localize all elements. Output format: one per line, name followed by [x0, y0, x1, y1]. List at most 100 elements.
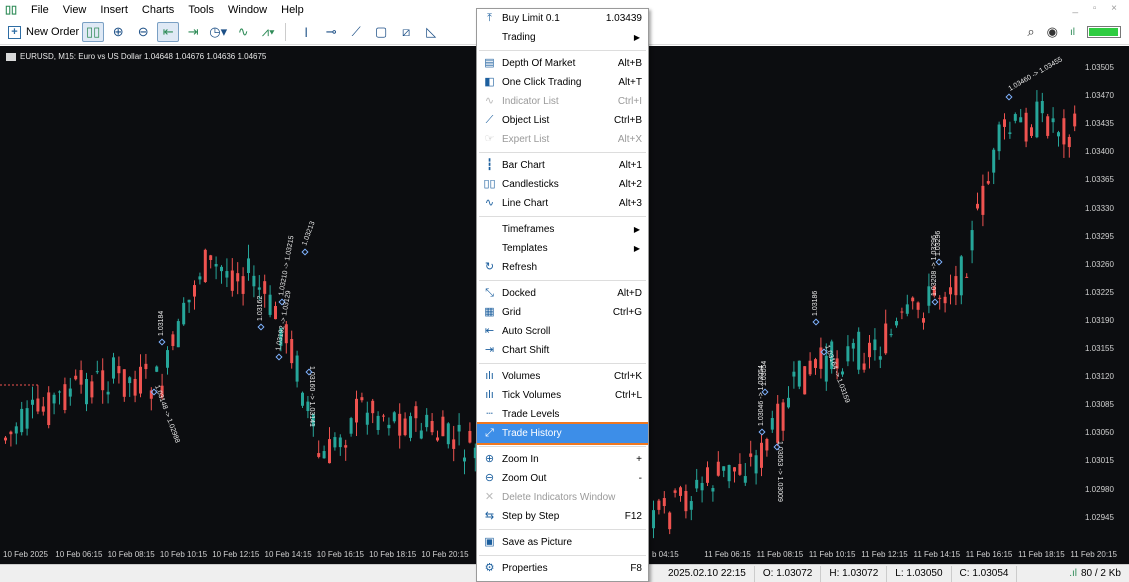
- candle-body: [171, 334, 175, 347]
- menu-item-trade-history[interactable]: ⤢ Trade History: [477, 422, 648, 445]
- new-order-label: New Order: [26, 26, 80, 38]
- menu-item-bar-chart[interactable]: ┇ Bar Chart Alt+1: [477, 156, 648, 175]
- candle-body: [808, 360, 812, 375]
- menu-item-chart-shift[interactable]: ⇥ Chart Shift: [477, 341, 648, 360]
- menu-window[interactable]: Window: [222, 0, 275, 20]
- candle-body: [803, 366, 807, 395]
- network-status: .ıl 80 / 2 Kb: [1069, 566, 1121, 582]
- menu-item-docked[interactable]: ⤡ Docked Alt+D: [477, 284, 648, 303]
- price-label: 1.03400: [1085, 147, 1114, 157]
- trade-history-icon: ⤢: [485, 427, 494, 439]
- candle-body: [797, 360, 801, 387]
- crosshair-icon[interactable]: ⊸: [320, 22, 342, 42]
- candle-body: [301, 392, 304, 406]
- trendline-icon[interactable]: ⟋: [345, 22, 367, 42]
- tick-volumes-icon: ılı: [485, 389, 494, 401]
- window-controls[interactable]: _ ▫ ×: [1072, 3, 1123, 14]
- menu-insert[interactable]: Insert: [94, 0, 136, 20]
- menu-separator: [479, 50, 646, 51]
- candle-body: [95, 371, 99, 373]
- menu-item-line-chart[interactable]: ∿ Line Chart Alt+3: [477, 194, 648, 213]
- menu-separator: [479, 280, 646, 281]
- line-chart-icon[interactable]: ∿: [232, 22, 254, 42]
- candle-body: [997, 124, 1001, 152]
- account-icon[interactable]: ◉: [1047, 24, 1058, 40]
- candle-body: [1062, 118, 1066, 145]
- menu-file[interactable]: File: [25, 0, 57, 20]
- rectangle-icon[interactable]: ▢: [370, 22, 392, 42]
- timeframes-icon[interactable]: ◷▾: [207, 22, 229, 42]
- candle-body: [916, 302, 920, 310]
- candle-body: [20, 408, 24, 433]
- fibonacci-icon[interactable]: ⧄: [395, 22, 417, 42]
- search-icon[interactable]: ⌕: [1027, 24, 1034, 40]
- candle-body: [905, 304, 909, 314]
- menu-separator: [479, 152, 646, 153]
- price-label: 1.03190: [1085, 315, 1114, 325]
- menu-item-timeframes[interactable]: Timeframes ▶: [477, 220, 648, 239]
- menu-item-step-by-step[interactable]: ⇆ Step by Step F12: [477, 507, 648, 526]
- zoom-out-icon[interactable]: ⊖: [132, 22, 154, 42]
- status-low: L: 1.03050: [887, 565, 952, 582]
- menu-tools[interactable]: Tools: [182, 0, 222, 20]
- candle-body: [959, 256, 963, 296]
- menu-item-trading[interactable]: Trading ▶: [477, 28, 648, 47]
- menu-item-object-list[interactable]: ⟋ Object List Ctrl+B: [477, 111, 648, 130]
- candle-body: [668, 512, 672, 530]
- menu-item-save-as-picture[interactable]: ▣ Save as Picture: [477, 533, 648, 552]
- candle-body: [943, 296, 947, 304]
- status-high: H: 1.03072: [821, 565, 888, 582]
- auto-scroll-icon[interactable]: ⇤: [157, 22, 180, 42]
- candle-body: [900, 311, 904, 313]
- trade-annotation: 1.03162: [257, 296, 264, 321]
- menu-help[interactable]: Help: [275, 0, 312, 20]
- cursor-icon[interactable]: ǀ: [295, 22, 317, 42]
- candle-body: [74, 375, 78, 380]
- time-label: 10 Feb 2025: [3, 550, 48, 559]
- menu-item-label: Timeframes: [502, 224, 555, 235]
- candle-body: [743, 476, 747, 483]
- new-order-button[interactable]: + New Order: [8, 25, 80, 39]
- menu-item-refresh[interactable]: ↻ Refresh: [477, 258, 648, 277]
- candle-body: [166, 350, 169, 368]
- symbol-text: EURUSD, M15: Euro vs US Dollar 1.04648 1…: [20, 52, 267, 61]
- menu-item-tick-volumes[interactable]: ılı Tick Volumes Ctrl+L: [477, 386, 648, 405]
- candle-body: [706, 467, 709, 483]
- menu-item-zoom-in[interactable]: ⊕ Zoom In +: [477, 450, 648, 469]
- candle-body: [392, 412, 396, 422]
- candle-body: [63, 384, 67, 411]
- zoom-in-icon[interactable]: ⊕: [107, 22, 129, 42]
- menu-item-candlesticks[interactable]: ▯▯ Candlesticks Alt+2: [477, 175, 648, 194]
- menu-item-volumes[interactable]: ılı Volumes Ctrl+K: [477, 367, 648, 386]
- indicators-icon[interactable]: ⩘▾: [257, 22, 279, 42]
- menu-view[interactable]: View: [57, 0, 95, 20]
- menu-item-label: Refresh: [502, 262, 538, 273]
- menu-item-depth-of-market[interactable]: ▤ Depth Of Market Alt+B: [477, 54, 648, 73]
- menu-item-properties[interactable]: ⚙ Properties F8: [477, 559, 648, 578]
- triangle-icon[interactable]: ◺: [420, 22, 442, 42]
- candle-body: [9, 431, 13, 435]
- candle-body: [749, 453, 753, 457]
- candle-body: [241, 276, 245, 294]
- menu-item-grid[interactable]: ▦ Grid Ctrl+G: [477, 303, 648, 322]
- time-label: 11 Feb 08:15: [756, 550, 804, 559]
- trade-marker-icon: [257, 323, 265, 331]
- menu-item-templates[interactable]: Templates ▶: [477, 239, 648, 258]
- menu-item-zoom-out[interactable]: ⊖ Zoom Out -: [477, 469, 648, 488]
- price-label: 1.02980: [1085, 484, 1114, 494]
- trade-marker-icon: [758, 428, 766, 436]
- menu-item-buy-limit-0-1[interactable]: ⤒ Buy Limit 0.1 1.03439: [477, 9, 648, 28]
- trade-marker-icon: [931, 298, 939, 306]
- time-label: 10 Feb 16:15: [316, 550, 364, 559]
- menu-item-label: Zoom Out: [502, 473, 547, 484]
- menu-item-one-click-trading[interactable]: ◧ One Click Trading Alt+T: [477, 73, 648, 92]
- menu-item-auto-scroll[interactable]: ⇤ Auto Scroll: [477, 322, 648, 341]
- candlesticks-icon[interactable]: ▯▯: [82, 22, 105, 42]
- menu-charts[interactable]: Charts: [136, 0, 182, 20]
- menu-item-trade-levels[interactable]: ┄ Trade Levels: [477, 405, 648, 424]
- auto-scroll-icon: ⇤: [484, 325, 495, 337]
- menu-item-label: Candlesticks: [502, 179, 559, 190]
- chart-shift-icon[interactable]: ⇥: [182, 22, 204, 42]
- candle-body: [317, 453, 321, 457]
- menu-item-expert-list: ☞ Expert List Alt+X: [477, 130, 648, 149]
